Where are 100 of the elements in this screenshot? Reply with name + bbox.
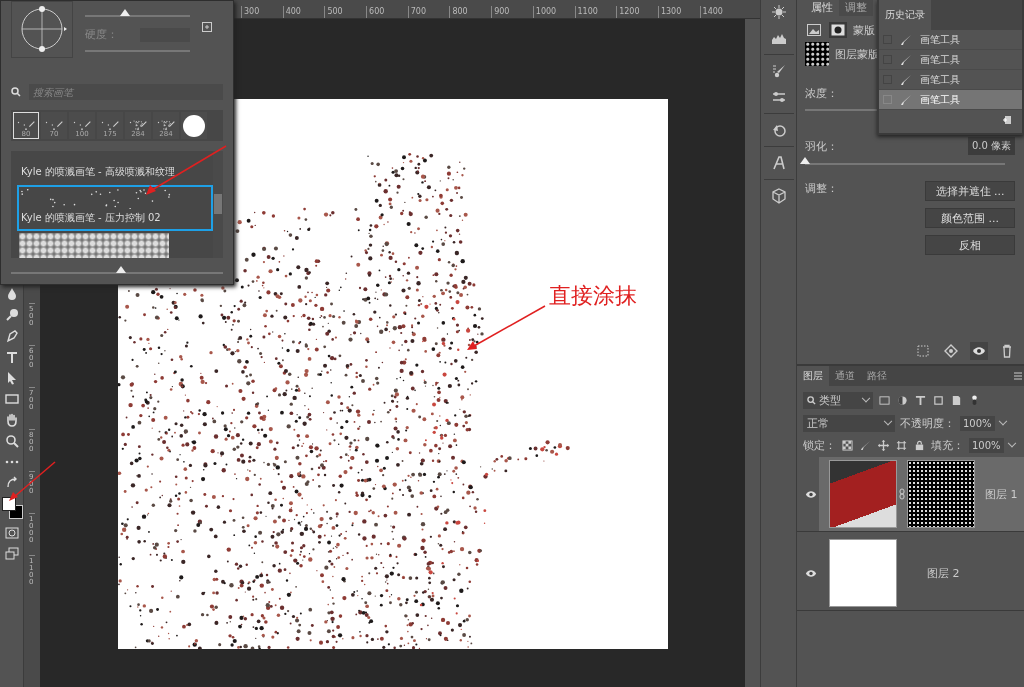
adjust-button[interactable]: 反相 xyxy=(925,235,1015,255)
brush-tip-icon xyxy=(72,120,92,130)
layer-mask-label: 图层蒙版 xyxy=(835,46,879,62)
screen-mode-icon[interactable] xyxy=(4,547,19,561)
brush-icon xyxy=(900,53,912,66)
slider-thumb[interactable] xyxy=(119,9,130,16)
ruler-label: 600 xyxy=(366,6,408,18)
artboard-icon[interactable] xyxy=(896,440,907,451)
brush-settings-icon[interactable] xyxy=(770,63,787,79)
lock-transparency-icon[interactable] xyxy=(842,440,853,451)
pixel-mask-icon[interactable] xyxy=(805,22,823,38)
adjust-button[interactable]: 颜色范围 ... xyxy=(925,208,1015,228)
selection-dotted-icon[interactable] xyxy=(914,342,932,360)
density-label: 浓度： xyxy=(805,86,838,101)
slider-thumb[interactable] xyxy=(116,266,127,273)
annotation-arrow xyxy=(9,461,56,501)
brush-list-item[interactable]: Kyle 的喷溅画笔 - 高级喷溅和纹理 xyxy=(17,159,213,185)
history-item[interactable]: 画笔工具 xyxy=(879,90,1022,110)
hand-tool-icon[interactable] xyxy=(4,413,19,427)
ruler-label: 300 xyxy=(241,6,283,18)
eye-icon[interactable] xyxy=(970,342,988,360)
history-icon[interactable] xyxy=(770,122,787,138)
mask-thumbnail xyxy=(805,42,829,66)
opacity-field[interactable]: 100% xyxy=(960,416,995,431)
panel-tab[interactable]: 图层 xyxy=(797,366,829,386)
lock-icon[interactable] xyxy=(914,440,925,451)
slider-thumb[interactable] xyxy=(800,157,810,164)
opacity-label: 不透明度： xyxy=(900,416,955,431)
brush-icon xyxy=(900,93,912,106)
shape-filter-icon[interactable] xyxy=(933,395,944,406)
panel-title[interactable]: 历史记录 xyxy=(879,0,931,30)
mask-thumbnail xyxy=(907,460,975,528)
glyph-style-icon[interactable] xyxy=(770,155,787,171)
ruler-label: 1000 xyxy=(532,6,575,18)
sun-icon[interactable] xyxy=(770,4,787,20)
panel-tab[interactable]: 调整 xyxy=(839,0,873,16)
type-filter-icon[interactable] xyxy=(915,395,926,406)
history-item[interactable]: 画笔工具 xyxy=(879,50,1022,70)
annotation-text: 直接涂抹 xyxy=(549,282,637,310)
photo-placeholder xyxy=(829,460,897,528)
brush-icon xyxy=(900,33,912,46)
cube-icon[interactable] xyxy=(770,188,787,204)
image-filter-icon[interactable] xyxy=(879,395,890,406)
brush-angle-drawing[interactable] xyxy=(11,1,73,58)
link-icon[interactable] xyxy=(899,488,905,500)
ruler-label: 1100 xyxy=(574,6,617,18)
brush-list-item[interactable]: Kyle 的喷溅画笔 - 压力控制 02 xyxy=(17,185,213,231)
ruler-label: 900 xyxy=(491,6,533,18)
ruler-label: 1300 xyxy=(657,6,700,18)
quick-mask-icon[interactable] xyxy=(4,526,19,540)
layer-name: 图层 1 xyxy=(985,486,1018,502)
brush-preset[interactable] xyxy=(181,112,207,139)
fill-field[interactable]: 100% xyxy=(969,438,1004,453)
move-icon[interactable] xyxy=(878,440,889,451)
ruler-label: 500 xyxy=(324,6,367,18)
ruler-label: 1400 xyxy=(699,6,742,18)
apply-mask-icon[interactable] xyxy=(942,342,960,360)
eye-icon[interactable] xyxy=(805,568,817,578)
search-icon xyxy=(11,87,21,97)
blend-mode-dropdown[interactable]: 正常 xyxy=(803,415,895,432)
lock-label: 锁定： xyxy=(803,438,836,453)
ruler-label: 800 xyxy=(449,6,492,18)
layer-row[interactable]: 图层 1 xyxy=(797,457,1024,532)
search-icon xyxy=(807,396,816,405)
swap-colors-icon[interactable] xyxy=(4,476,19,490)
new-document-icon[interactable] xyxy=(1002,114,1014,126)
dodge-tool-icon[interactable] xyxy=(4,308,19,322)
smart-object-filter-icon[interactable] xyxy=(951,395,962,406)
layer-name: 图层 2 xyxy=(927,565,960,581)
brush-tip-icon xyxy=(156,120,176,130)
filter-toggle-icon[interactable] xyxy=(969,395,980,406)
color-swatches[interactable] xyxy=(1,497,22,519)
zoom-icon[interactable] xyxy=(4,434,19,448)
feather-label: 羽化： xyxy=(805,138,838,154)
layer-thumbnail xyxy=(829,539,897,607)
new-preset-icon[interactable] xyxy=(202,22,212,32)
layer-row[interactable]: 图层 2 xyxy=(797,536,1024,611)
type-tool-icon[interactable] xyxy=(4,350,19,364)
menu-icon[interactable] xyxy=(1014,372,1022,380)
adjust-label: 调整： xyxy=(805,181,838,197)
brush-icon xyxy=(900,73,912,86)
feather-value-field[interactable]: 0.0 像素 xyxy=(967,137,1015,155)
rectangle-tool-icon[interactable] xyxy=(4,392,19,406)
eye-icon[interactable] xyxy=(805,489,817,499)
ruler-label: 400 xyxy=(282,6,325,18)
brush-tip-icon xyxy=(44,120,64,130)
adjustment-filter-icon[interactable] xyxy=(897,395,908,406)
brush-tip-icon xyxy=(16,120,36,130)
vector-mask-icon[interactable] xyxy=(829,22,847,38)
filter-dropdown[interactable]: 类型 xyxy=(803,392,873,409)
history-item[interactable]: 画笔工具 xyxy=(879,30,1022,50)
ruler-label: 1200 xyxy=(616,6,658,18)
fill-label: 填充： xyxy=(931,438,964,453)
brush-tip-icon xyxy=(128,120,148,130)
mask-label: 蒙版 xyxy=(853,22,875,38)
adjust-button[interactable]: 选择并遮住 ... xyxy=(925,181,1015,201)
brush-tip-icon xyxy=(100,120,120,130)
sliders-icon[interactable] xyxy=(770,89,787,105)
ruler-label: 700 xyxy=(407,6,450,18)
pen-tool-icon[interactable] xyxy=(4,329,19,343)
